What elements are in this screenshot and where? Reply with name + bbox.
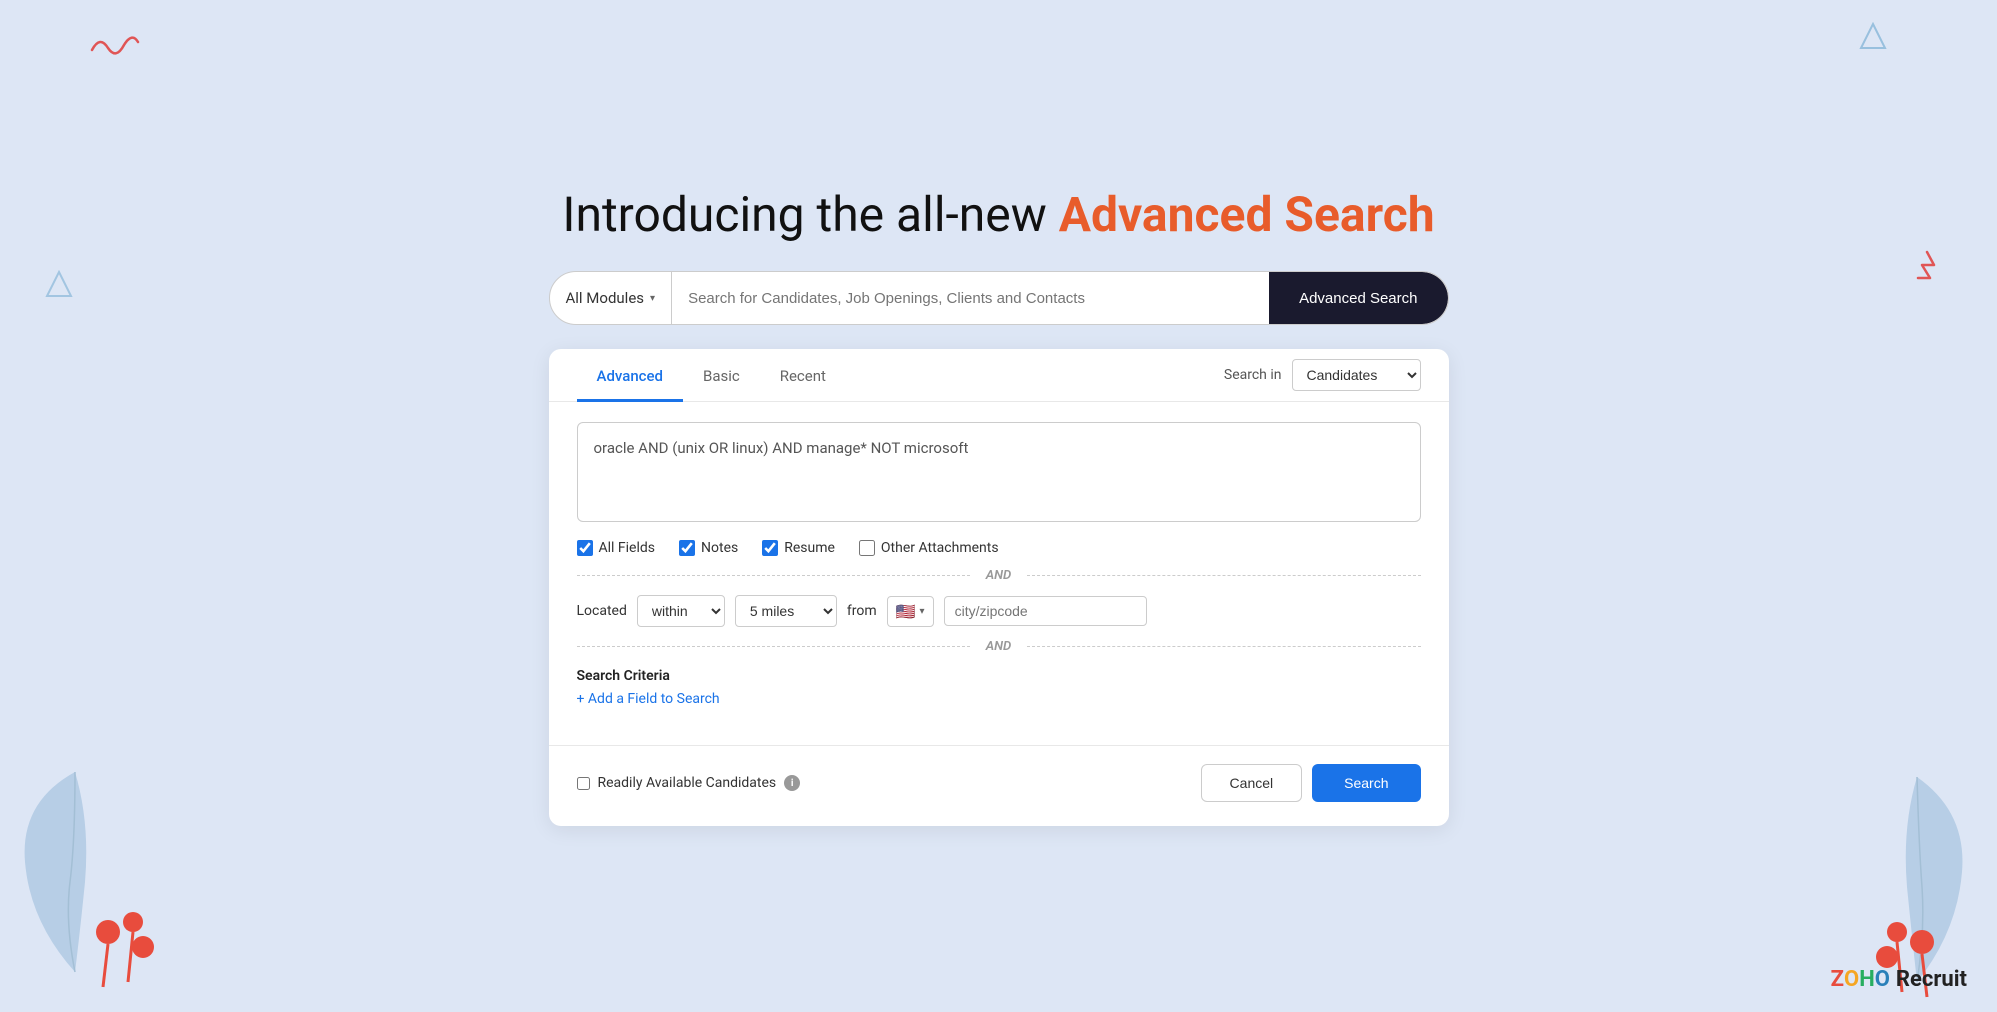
tab-advanced[interactable]: Advanced [577,349,683,402]
search-criteria-section: Search Criteria + Add a Field to Search [577,668,1421,707]
checkbox-notes[interactable]: Notes [679,540,738,556]
tabs-row: Advanced Basic Recent Search in Candidat… [549,349,1449,402]
search-criteria-title: Search Criteria [577,668,1421,684]
distance-select[interactable]: 5 miles 10 miles 25 miles 50 miles 100 m… [735,595,837,627]
flag-arrow-icon: ▾ [920,606,925,617]
tab-basic[interactable]: Basic [683,349,760,402]
zoho-text: ZOHO [1831,967,1890,992]
within-select[interactable]: within outside [637,595,725,627]
flag-select[interactable]: 🇺🇸 ▾ [887,596,934,627]
checkbox-all-fields[interactable]: All Fields [577,540,656,556]
tabs-right: Search in Candidates Job Openings Client… [1224,359,1421,391]
recruit-text: Recruit [1896,967,1967,992]
cancel-button[interactable]: Cancel [1201,764,1303,802]
checkbox-resume[interactable]: Resume [762,540,835,556]
footer-buttons: Cancel Search [1201,764,1421,802]
location-row: Located within outside 5 miles 10 miles … [577,595,1421,627]
and-divider-2: AND [577,639,1421,654]
info-icon[interactable]: i [784,775,800,791]
and-divider-1: AND [577,568,1421,583]
module-arrow-icon: ▾ [650,293,655,304]
tabs-left: Advanced Basic Recent [577,349,846,401]
module-selector[interactable]: All Modules ▾ [550,272,673,324]
tab-recent[interactable]: Recent [760,349,846,402]
query-textarea[interactable]: oracle AND (unix OR linux) AND manage* N… [577,422,1421,522]
add-field-link[interactable]: + Add a Field to Search [577,691,720,707]
checkbox-other-attachments[interactable]: Other Attachments [859,540,999,556]
search-in-select[interactable]: Candidates Job Openings Clients Contacts [1292,359,1421,391]
search-input[interactable] [672,290,1269,307]
search-button[interactable]: Search [1312,764,1420,802]
city-input[interactable] [944,596,1147,626]
section-divider [549,745,1449,746]
main-card: Advanced Basic Recent Search in Candidat… [549,349,1449,826]
card-body: oracle AND (unix OR linux) AND manage* N… [549,402,1449,727]
checkboxes-row: All Fields Notes Resume Other Attachment… [577,540,1421,556]
advanced-search-button[interactable]: Advanced Search [1269,272,1447,324]
zoho-recruit-logo: ZOHO Recruit [1831,967,1967,992]
readily-available-checkbox[interactable]: Readily Available Candidates i [577,775,801,791]
page-wrapper: Introducing the all-new Advanced Search … [499,186,1499,826]
footer-row: Readily Available Candidates i Cancel Se… [549,764,1449,802]
search-bar: All Modules ▾ Advanced Search [549,271,1449,325]
page-title: Introducing the all-new Advanced Search [562,186,1434,243]
